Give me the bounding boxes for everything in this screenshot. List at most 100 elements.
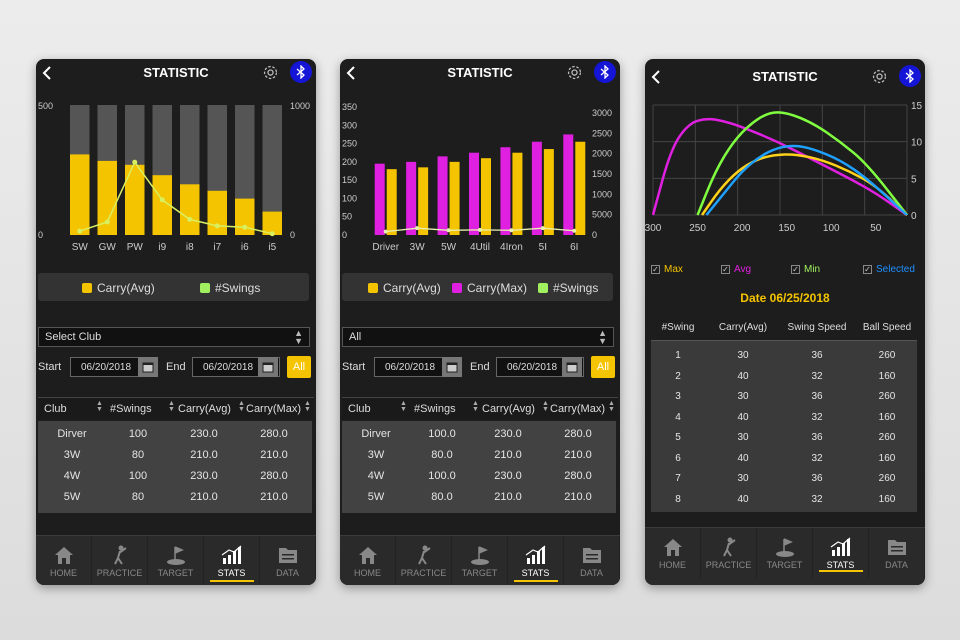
legend-item-swings: #Swings — [538, 281, 598, 295]
table-row[interactable]: 4 40 32 160 — [651, 409, 917, 429]
legend-label: Carry(Avg) — [97, 281, 155, 295]
nav-practice[interactable]: PRACTICE — [701, 528, 757, 578]
legend-label: #Swings — [553, 281, 599, 295]
checkbox-min[interactable]: ✓ Min — [791, 264, 820, 275]
x-tick-label: 100 — [823, 223, 840, 234]
table-row[interactable]: 2 40 32 160 — [651, 368, 917, 388]
cell: 36 — [811, 473, 823, 484]
column-header-swing[interactable]: #Swing — [651, 322, 705, 333]
column-header-swing-speed[interactable]: Swing Speed — [781, 322, 853, 333]
point-swings — [187, 216, 193, 222]
sort-icon[interactable]: ▲ ▼ — [96, 400, 103, 413]
calendar-icon[interactable] — [442, 357, 462, 377]
y-tick-right: 1000 — [290, 101, 310, 111]
club-select[interactable]: All ▲ ▼ — [342, 327, 614, 347]
table-row[interactable]: 4W 100 230.0 280.0 — [38, 467, 312, 487]
cell: 100 — [128, 428, 148, 440]
calendar-icon[interactable] — [138, 357, 158, 377]
checkbox-max[interactable]: ✓ Max — [651, 264, 683, 275]
sort-icon[interactable]: ▲ ▼ — [608, 400, 615, 413]
practice-icon — [113, 545, 127, 565]
column-header-club[interactable]: Club — [348, 403, 371, 415]
calendar-icon[interactable] — [562, 357, 582, 377]
cell: 1 — [675, 350, 681, 361]
nav-data[interactable]: DATA — [564, 536, 620, 585]
nav-stats[interactable]: STATS — [204, 536, 260, 585]
legend-item-carry-avg: Carry(Avg) — [82, 281, 155, 295]
table-row[interactable]: 3 30 36 260 — [651, 388, 917, 408]
sort-icon[interactable]: ▲ ▼ — [304, 400, 311, 413]
sort-icon[interactable]: ▲ ▼ — [238, 400, 245, 413]
table-row[interactable]: 7 30 36 260 — [651, 470, 917, 490]
club-select[interactable]: Select Club ▲ ▼ — [38, 327, 310, 347]
point-swings — [572, 228, 577, 233]
table-row[interactable]: 8 40 32 160 — [651, 491, 917, 511]
nav-practice[interactable]: PRACTICE — [396, 536, 452, 585]
table-row[interactable]: 5W 80 210.0 210.0 — [38, 488, 312, 508]
table-row[interactable]: 4W 100.0 230.0 280.0 — [342, 467, 616, 487]
column-header-club[interactable]: Club — [44, 403, 67, 415]
nav-target[interactable]: TARGET — [452, 536, 508, 585]
nav-data[interactable]: DATA — [260, 536, 316, 585]
cell: 40 — [737, 412, 749, 423]
table-row[interactable]: 3W 80.0 210.0 210.0 — [342, 446, 616, 466]
sort-icon[interactable]: ▲ ▼ — [472, 400, 479, 413]
bar-carry-avg — [575, 141, 586, 235]
x-tick-label: 3W — [410, 242, 426, 253]
bluetooth-icon[interactable] — [899, 65, 921, 87]
table-row[interactable]: 5W 80.0 210.0 210.0 — [342, 488, 616, 508]
cell: 210.0 — [190, 491, 218, 503]
nav-stats[interactable]: STATS — [508, 536, 564, 585]
column-header-carry-avg[interactable]: Carry(Avg) — [482, 403, 535, 415]
bluetooth-icon[interactable] — [290, 61, 312, 83]
nav-target[interactable]: TARGET — [148, 536, 204, 585]
chart-legend: Carry(Avg) #Swings — [38, 273, 309, 301]
sort-icon[interactable]: ▲ ▼ — [400, 400, 407, 413]
table-row[interactable]: 6 40 32 160 — [651, 450, 917, 470]
table-body: 1 30 36 260 2 40 32 160 3 30 36 260 4 40 32 160 5 30 3… — [651, 340, 917, 512]
column-header-carry-max[interactable]: Carry(Max) — [550, 403, 605, 415]
table-row[interactable]: Dirver 100.0 230.0 280.0 — [342, 425, 616, 445]
bluetooth-icon[interactable] — [594, 61, 616, 83]
table-row[interactable]: 1 30 36 260 — [651, 347, 917, 367]
trajectory-avg — [700, 153, 908, 216]
column-header-carry-max[interactable]: Carry(Max) — [246, 403, 301, 415]
column-header-carry-avg[interactable]: Carry(Avg) — [711, 322, 775, 333]
column-header-swings[interactable]: #Swings — [110, 403, 152, 415]
cell: 230.0 — [190, 470, 218, 482]
nav-stats[interactable]: STATS — [813, 528, 869, 578]
nav-practice[interactable]: PRACTICE — [92, 536, 148, 585]
cell: 210.0 — [564, 449, 592, 461]
calendar-icon[interactable] — [258, 357, 278, 377]
sort-icon[interactable]: ▲ ▼ — [542, 400, 549, 413]
column-header-ball-speed[interactable]: Ball Speed — [855, 322, 919, 333]
all-button[interactable]: All — [287, 356, 311, 378]
data-icon — [582, 548, 601, 563]
column-header-carry-avg[interactable]: Carry(Avg) — [178, 403, 231, 415]
bottom-nav: HOME PRACTICE TARGET STATS DATA — [36, 535, 316, 585]
nav-home[interactable]: HOME — [340, 536, 396, 585]
nav-home[interactable]: HOME — [36, 536, 92, 585]
nav-target[interactable]: TARGET — [757, 528, 813, 578]
all-clubs-carry-chart: Driver 3W 5W 4Util 4Iron 5I 6I 350 300 250 200 150 1… — [342, 102, 612, 253]
table-row[interactable]: 5 30 36 260 — [651, 429, 917, 449]
table-row[interactable]: Dirver 100 230.0 280.0 — [38, 425, 312, 445]
column-header-swings[interactable]: #Swings — [414, 403, 456, 415]
all-button[interactable]: All — [591, 356, 615, 378]
point-swings — [540, 226, 545, 231]
sort-icon[interactable]: ▲ ▼ — [168, 400, 175, 413]
legend-swatch — [82, 283, 92, 293]
checkbox-avg[interactable]: ✓ Avg — [721, 264, 751, 275]
checkbox-selected[interactable]: ✓ Selected — [863, 264, 915, 275]
gear-icon[interactable] — [871, 68, 888, 85]
nav-home[interactable]: HOME — [645, 528, 701, 578]
cell: 280.0 — [260, 470, 288, 482]
bar-carry-avg — [180, 184, 200, 235]
nav-data[interactable]: DATA — [869, 528, 925, 578]
y-tick-left: 350 — [342, 102, 357, 112]
gear-icon[interactable] — [566, 64, 583, 81]
table-row[interactable]: 3W 80 210.0 210.0 — [38, 446, 312, 466]
gear-icon[interactable] — [262, 64, 279, 81]
cell: 36 — [811, 432, 823, 443]
data-icon — [278, 548, 297, 563]
